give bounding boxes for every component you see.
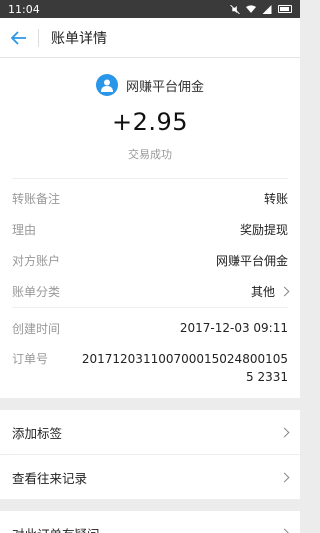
status-time: 11:04	[8, 2, 40, 16]
menu-label: 查看往来记录	[12, 470, 88, 486]
detail-value: 转账	[263, 192, 288, 206]
amount: +2.95	[111, 108, 189, 136]
avatar	[95, 74, 118, 96]
order-row: 订单号 2017120311007000150248001055 2331	[0, 344, 300, 398]
detail-label: 对方账户	[12, 254, 61, 268]
add-tag-item[interactable]: 添加标签	[0, 410, 300, 454]
menu-label: 对此订单有疑问	[12, 524, 100, 533]
status-bar: 11:04	[0, 0, 300, 18]
signal-icon	[262, 4, 272, 14]
nav-divider	[38, 28, 39, 47]
detail-list: 转账备注 转账 理由 奖励提现 对方账户 网赚平台佣金 账单分类 其他	[0, 179, 300, 307]
menu-label: 添加标签	[12, 425, 63, 441]
divider	[12, 307, 288, 308]
detail-row-remark: 转账备注 转账	[0, 183, 300, 214]
chevron-right-icon	[279, 427, 290, 437]
order-label: 订单号	[12, 352, 49, 366]
detail-value: 奖励提现	[239, 223, 288, 237]
page-title: 账单详情	[51, 30, 107, 47]
created-time-row: 创建时间 2017-12-03 09:11	[0, 312, 300, 344]
question-item[interactable]: 对此订单有疑问	[0, 511, 300, 533]
detail-label: 理由	[12, 223, 37, 237]
time-value: 2017-12-03 09:11	[179, 321, 288, 335]
detail-label: 账单分类	[12, 285, 61, 299]
user-icon	[100, 79, 113, 92]
bill-card: 网赚平台佣金 +2.95 交易成功 转账备注 转账 理由 奖励提现 对方账户 网…	[0, 58, 300, 398]
detail-value: 其他	[250, 285, 275, 299]
detail-row-account: 对方账户 网赚平台佣金	[0, 245, 300, 276]
chevron-right-icon	[279, 528, 290, 533]
time-label: 创建时间	[12, 321, 61, 336]
nav-bar: 账单详情	[0, 18, 300, 58]
detail-value: 网赚平台佣金	[215, 254, 288, 268]
payer-name: 网赚平台佣金	[125, 79, 204, 95]
history-item[interactable]: 查看往来记录	[0, 455, 300, 499]
chevron-right-icon	[279, 286, 290, 297]
detail-row-reason: 理由 奖励提现	[0, 214, 300, 245]
detail-label: 转账备注	[12, 192, 61, 206]
back-arrow-icon	[11, 30, 26, 45]
transaction-status: 交易成功	[128, 148, 172, 161]
category-value: 其他	[250, 283, 290, 300]
status-icons	[230, 4, 292, 14]
payer: 网赚平台佣金	[95, 74, 204, 96]
back-button[interactable]	[0, 18, 38, 58]
order-number: 2017120311007000150248001055 2331	[81, 352, 288, 384]
bill-header: 网赚平台佣金 +2.95 交易成功	[0, 58, 300, 178]
silent-icon	[230, 4, 240, 14]
chevron-right-icon	[279, 472, 290, 482]
section-gap	[0, 398, 300, 410]
battery-icon	[278, 5, 292, 13]
detail-row-category[interactable]: 账单分类 其他	[0, 276, 300, 307]
section-gap	[0, 499, 300, 511]
wifi-icon	[246, 4, 256, 13]
